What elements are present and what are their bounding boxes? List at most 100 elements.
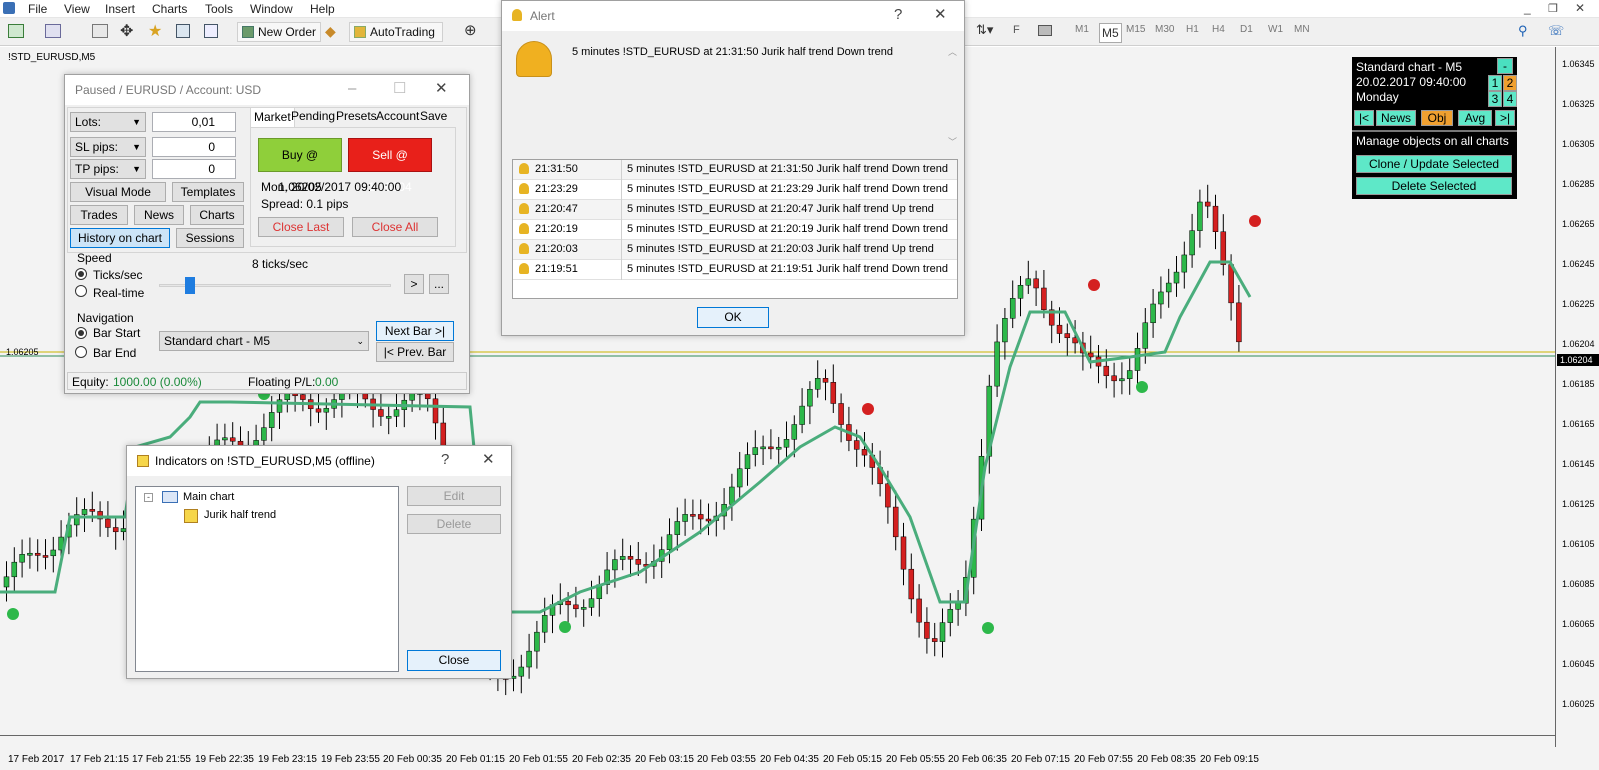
alert-ok-button[interactable]: OK (697, 307, 769, 328)
alert-scroll-up-icon[interactable]: ︿ (948, 45, 957, 58)
profiles-icon[interactable] (45, 24, 61, 38)
tester-close-icon[interactable]: ✕ (435, 81, 448, 97)
alert-list-row[interactable]: 21:31:50 5 minutes !STD_EURUSD at 21:31:5… (513, 160, 957, 180)
search-icon[interactable]: ⚲ (1518, 23, 1528, 39)
close-icon[interactable]: ✕ (1575, 1, 1585, 15)
tf-d1[interactable]: D1 (1240, 24, 1253, 35)
play-button[interactable]: > (404, 274, 424, 294)
lots-input[interactable]: 0,01 (152, 112, 236, 132)
nav-chart-1[interactable]: 1 (1488, 75, 1502, 91)
nav-chart-2[interactable]: 2 (1503, 75, 1517, 91)
template-icon[interactable] (1038, 25, 1052, 36)
templates-button[interactable]: Templates (172, 182, 244, 202)
minimize-icon[interactable]: _ (1524, 1, 1531, 15)
period-icon[interactable]: F (1013, 24, 1020, 36)
nav-chart-4[interactable]: 4 (1503, 91, 1517, 107)
prev-bar-button[interactable]: |< Prev. Bar (376, 342, 454, 362)
speed-slider-thumb[interactable] (185, 277, 195, 294)
indicators-close-icon[interactable]: ✕ (482, 452, 495, 468)
sl-select[interactable]: SL pips: ▼ (70, 137, 146, 157)
alert-scroll-down-icon[interactable]: ﹀ (948, 135, 957, 148)
news-button[interactable]: News (134, 205, 184, 225)
tester-maximize-icon[interactable]: ☐ (393, 81, 406, 97)
lots-select[interactable]: Lots: ▼ (70, 112, 146, 132)
nav-chart-3[interactable]: 3 (1488, 91, 1502, 107)
tree-main-chart[interactable]: Main chart (183, 491, 234, 503)
nav-obj-button[interactable]: Obj (1421, 110, 1453, 126)
history-on-chart-button[interactable]: History on chart (70, 228, 170, 248)
sell-button[interactable]: Sell @ 1.06204 (348, 138, 432, 194)
alert-list-row[interactable]: 21:20:47 5 minutes !STD_EURUSD at 21:20:4… (513, 200, 957, 220)
indicator-edit-button[interactable]: Edit (407, 486, 501, 506)
tester-icon[interactable] (204, 24, 218, 38)
tf-m1[interactable]: M1 (1075, 24, 1089, 35)
alert-help-icon[interactable]: ? (894, 7, 902, 23)
chart-select[interactable]: Standard chart - M5 ⌄ (159, 331, 369, 351)
tab-pending[interactable]: Pending (288, 107, 338, 127)
nav-avg-button[interactable]: Avg (1458, 110, 1492, 126)
tf-w1[interactable]: W1 (1268, 24, 1283, 35)
alert-list-row[interactable]: 21:19:51 5 minutes !STD_EURUSD at 21:19:5… (513, 260, 957, 280)
indicator-delete-button[interactable]: Delete (407, 514, 501, 534)
close-last-button[interactable]: Close Last (258, 217, 344, 237)
sessions-button[interactable]: Sessions (176, 228, 244, 248)
alert-close-icon[interactable]: ✕ (934, 7, 947, 23)
tf-m5[interactable]: M5 (1099, 23, 1122, 43)
nav-news-button[interactable]: News (1376, 110, 1416, 126)
indicators-help-icon[interactable]: ? (441, 452, 449, 468)
tf-mn[interactable]: MN (1294, 24, 1310, 35)
next-bar-button[interactable]: Next Bar >| (376, 321, 454, 341)
menu-tools[interactable]: Tools (205, 2, 233, 16)
alert-list-row[interactable]: 21:20:03 5 minutes !STD_EURUSD at 21:20:0… (513, 240, 957, 260)
more-button[interactable]: ... (429, 274, 449, 294)
menu-window[interactable]: Window (250, 2, 293, 16)
menu-charts[interactable]: Charts (152, 2, 187, 16)
tree-collapse-icon[interactable]: - (144, 493, 153, 502)
nav-first-button[interactable]: |< (1354, 110, 1374, 126)
bar-start-radio[interactable] (75, 327, 87, 339)
menu-help[interactable]: Help (310, 2, 335, 16)
tf-m15[interactable]: M15 (1126, 24, 1145, 35)
bar-end-radio[interactable] (75, 346, 87, 358)
tab-account[interactable]: Account (373, 107, 422, 127)
sl-input[interactable]: 0 (152, 137, 236, 157)
autotrading-button[interactable]: AutoTrading (349, 22, 443, 42)
terminal-icon[interactable] (176, 24, 190, 38)
zoom-in-icon[interactable]: ⊕ (464, 21, 477, 39)
menu-file[interactable]: File (28, 2, 47, 16)
tp-select[interactable]: TP pips: ▼ (70, 159, 146, 179)
tf-h1[interactable]: H1 (1186, 24, 1199, 35)
real-time-radio[interactable] (75, 285, 87, 297)
tp-input[interactable]: 0 (152, 159, 236, 179)
new-chart-icon[interactable] (8, 24, 24, 38)
menu-view[interactable]: View (64, 2, 90, 16)
delete-selected-button[interactable]: Delete Selected (1356, 177, 1512, 195)
tab-save[interactable]: Save (417, 107, 450, 127)
close-all-button[interactable]: Close All (352, 217, 438, 237)
new-order-button[interactable]: New Order (237, 22, 321, 42)
alert-list-row[interactable]: 21:20:19 5 minutes !STD_EURUSD at 21:20:1… (513, 220, 957, 240)
ticks-sec-radio[interactable] (75, 268, 87, 280)
menu-insert[interactable]: Insert (105, 2, 135, 16)
nav-minus-button[interactable]: - (1497, 58, 1513, 74)
arrows-tool-icon[interactable]: ⇅▾ (976, 22, 993, 38)
tf-m30[interactable]: M30 (1155, 24, 1174, 35)
trades-button[interactable]: Trades (70, 205, 128, 225)
tree-jurik-half-trend[interactable]: Jurik half trend (204, 509, 276, 521)
charts-button[interactable]: Charts (190, 205, 244, 225)
visual-mode-button[interactable]: Visual Mode (70, 182, 166, 202)
tf-h4[interactable]: H4 (1212, 24, 1225, 35)
crosshair-icon[interactable]: ✥ (120, 21, 133, 41)
favorites-icon[interactable]: ★ (148, 21, 162, 41)
buy-button[interactable]: Buy @ 1.06205 (258, 138, 342, 194)
alert-list-row[interactable]: 21:23:29 5 minutes !STD_EURUSD at 21:23:2… (513, 180, 957, 200)
indicators-close-button[interactable]: Close (407, 650, 501, 671)
alert-row-message: 5 minutes !STD_EURUSD at 21:20:19 Jurik … (627, 223, 948, 235)
help-icon[interactable]: ☏ (1548, 23, 1564, 39)
clone-update-button[interactable]: Clone / Update Selected (1356, 155, 1512, 173)
market-watch-icon[interactable] (92, 24, 108, 38)
tester-minimize-icon[interactable]: – (348, 81, 356, 97)
restore-icon[interactable]: ❐ (1548, 2, 1558, 15)
experts-icon[interactable]: ◆ (325, 23, 336, 40)
nav-last-button[interactable]: >| (1495, 110, 1515, 126)
